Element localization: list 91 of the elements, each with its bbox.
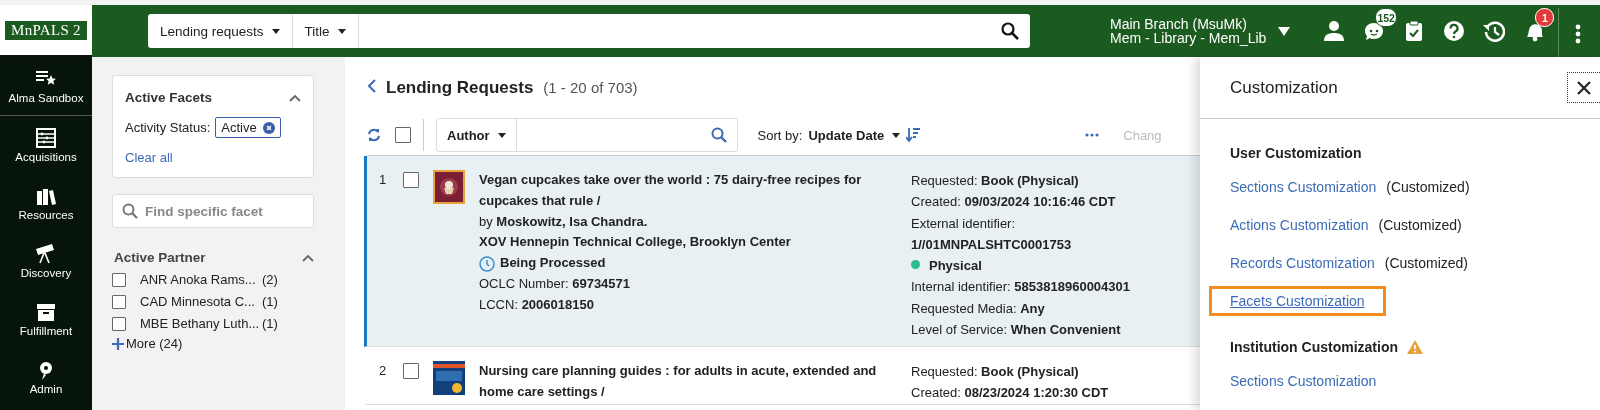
- checkbox[interactable]: [403, 172, 419, 188]
- result-count: (1 - 20 of 703): [543, 79, 638, 96]
- chevron-up-icon[interactable]: [289, 93, 301, 102]
- nav-item[interactable]: Resources: [0, 174, 92, 232]
- facet-label[interactable]: MBE Bethany Luth...: [140, 316, 262, 331]
- location-selector[interactable]: Main Branch (MsuMk) Mem - Library - Mem_Lib: [1110, 17, 1267, 45]
- help-icon[interactable]: [1443, 20, 1466, 42]
- chat-face-icon[interactable]: [1363, 20, 1386, 42]
- customization-link[interactable]: Records Customization: [1230, 251, 1375, 275]
- section-title: Institution Customization: [1230, 339, 1398, 355]
- facet-search-field[interactable]: Find specific facet: [112, 194, 314, 228]
- nav-item[interactable]: Acquisitions: [0, 116, 92, 174]
- checkbox[interactable]: [403, 363, 419, 379]
- nav-item[interactable]: Discovery: [0, 232, 92, 290]
- count-badge: 1: [1535, 8, 1555, 27]
- record-field: Requested Media: Any: [911, 297, 1131, 320]
- record-field-value: 1//01MNPALSHTC0001753: [911, 235, 1073, 254]
- clear-all-link[interactable]: Clear all: [125, 150, 301, 165]
- record-field: Requested: Book (Physical): [911, 361, 1109, 383]
- caret-icon: [497, 132, 506, 138]
- more-link[interactable]: More (24): [112, 336, 345, 351]
- customization-link[interactable]: Sections Customization: [1230, 175, 1377, 199]
- facet-count: (1): [262, 294, 278, 309]
- request-row[interactable]: [364, 156, 1200, 347]
- sort-dropdown[interactable]: Update Date: [808, 127, 901, 143]
- search-field[interactable]: Author: [436, 118, 738, 152]
- logo[interactable]: MnPALS 2: [5, 20, 87, 40]
- field-dropdown[interactable]: Title: [292, 14, 359, 48]
- filter-label: Activity Status:: [125, 120, 211, 135]
- facet-count: (1): [262, 316, 278, 331]
- search-icon[interactable]: [1001, 22, 1019, 40]
- checkbox[interactable]: [112, 294, 126, 309]
- section-title: User Customization: [1230, 145, 1362, 161]
- facet-count: (2): [262, 272, 278, 287]
- facet-label[interactable]: ANR Anoka Rams...: [140, 272, 262, 287]
- telescope-icon: [35, 243, 57, 264]
- facet-group-title: Active Partner: [113, 250, 206, 265]
- remove-icon[interactable]: [262, 121, 275, 134]
- customized-note: (Customized): [1384, 255, 1468, 271]
- chevron-up-icon[interactable]: [302, 253, 314, 262]
- format-label: Physical: [929, 258, 982, 274]
- back-icon[interactable]: [367, 79, 376, 93]
- checkbox[interactable]: [112, 272, 126, 287]
- history-icon[interactable]: [1483, 20, 1506, 42]
- record-field: Level of Service: When Convenient: [911, 319, 1131, 341]
- record-field: Requested: Book (Physical): [911, 170, 1131, 192]
- nav-item[interactable]: Admin: [0, 348, 92, 406]
- page-title: Lending Requests: [386, 78, 534, 98]
- customization-link[interactable]: Sections Customization: [1230, 369, 1377, 393]
- partner-name: XOV Hennepin Technical College, Brooklyn Center: [479, 233, 792, 252]
- caret-icon: [271, 28, 280, 34]
- author-line: by Moskowitz, Isa Chandra.: [479, 212, 649, 231]
- customized-note: (Customized): [1378, 217, 1462, 233]
- nav-item[interactable]: Fulfillment: [0, 290, 92, 348]
- caret-icon: [892, 132, 901, 138]
- more-icon[interactable]: [1085, 133, 1100, 137]
- record-field: OCLC Number: 69734571: [479, 274, 911, 295]
- customized-note: (Customized): [1386, 179, 1470, 195]
- count-badge: 152: [1375, 8, 1397, 27]
- filter-chip[interactable]: Active: [215, 117, 281, 138]
- record-field: Created: 09/03/2024 10:16:46 CDT: [911, 191, 1131, 213]
- archive-box-icon: [35, 301, 57, 322]
- customization-link[interactable]: Actions Customization: [1230, 213, 1369, 237]
- select-all-checkbox[interactable]: [395, 127, 411, 143]
- record-title[interactable]: Nursing care planning guides : for adults in acute, extended and home care settings /: [479, 361, 911, 403]
- close-icon: [1577, 80, 1591, 95]
- plus-icon: [112, 337, 124, 350]
- customization-link[interactable]: Facets Customization: [1212, 289, 1383, 313]
- more-icon[interactable]: [1574, 22, 1583, 45]
- status-text: Being Processed: [500, 254, 606, 273]
- record-field: Created: 08/23/2024 1:20:30 CDT: [911, 382, 1109, 404]
- card-title: Active Facets: [125, 90, 213, 105]
- row-number: 1: [379, 171, 388, 189]
- scope-dropdown[interactable]: Lending requests: [148, 14, 293, 48]
- request-row[interactable]: 2 Nursing care planning guides : for adults in acute, extended and home care settings / Requested: Book (Physical) Created: 08/23/2024 1:20:30 CDT: [364, 347, 1200, 405]
- record-field: LCCN: 2006018150: [479, 294, 911, 316]
- caret-icon: [337, 28, 346, 34]
- abacus-icon: [35, 127, 57, 148]
- user-icon[interactable]: [1323, 20, 1346, 42]
- caret-icon[interactable]: [1278, 26, 1291, 36]
- panel-title: Customization: [1230, 77, 1338, 98]
- close-button[interactable]: [1567, 72, 1600, 103]
- sort-order-icon[interactable]: [906, 128, 921, 142]
- refresh-icon[interactable]: [367, 128, 381, 142]
- row-number: 2: [379, 362, 388, 380]
- record-field-label: External identifier:: [911, 214, 1017, 233]
- checkbox[interactable]: [112, 316, 126, 331]
- sort-label: Sort by:: [757, 127, 803, 143]
- record-field: Internal identifier: 5853818960004301: [911, 276, 1131, 298]
- clock-icon: [479, 255, 495, 272]
- facet-label[interactable]: CAD Minnesota C...: [140, 294, 262, 309]
